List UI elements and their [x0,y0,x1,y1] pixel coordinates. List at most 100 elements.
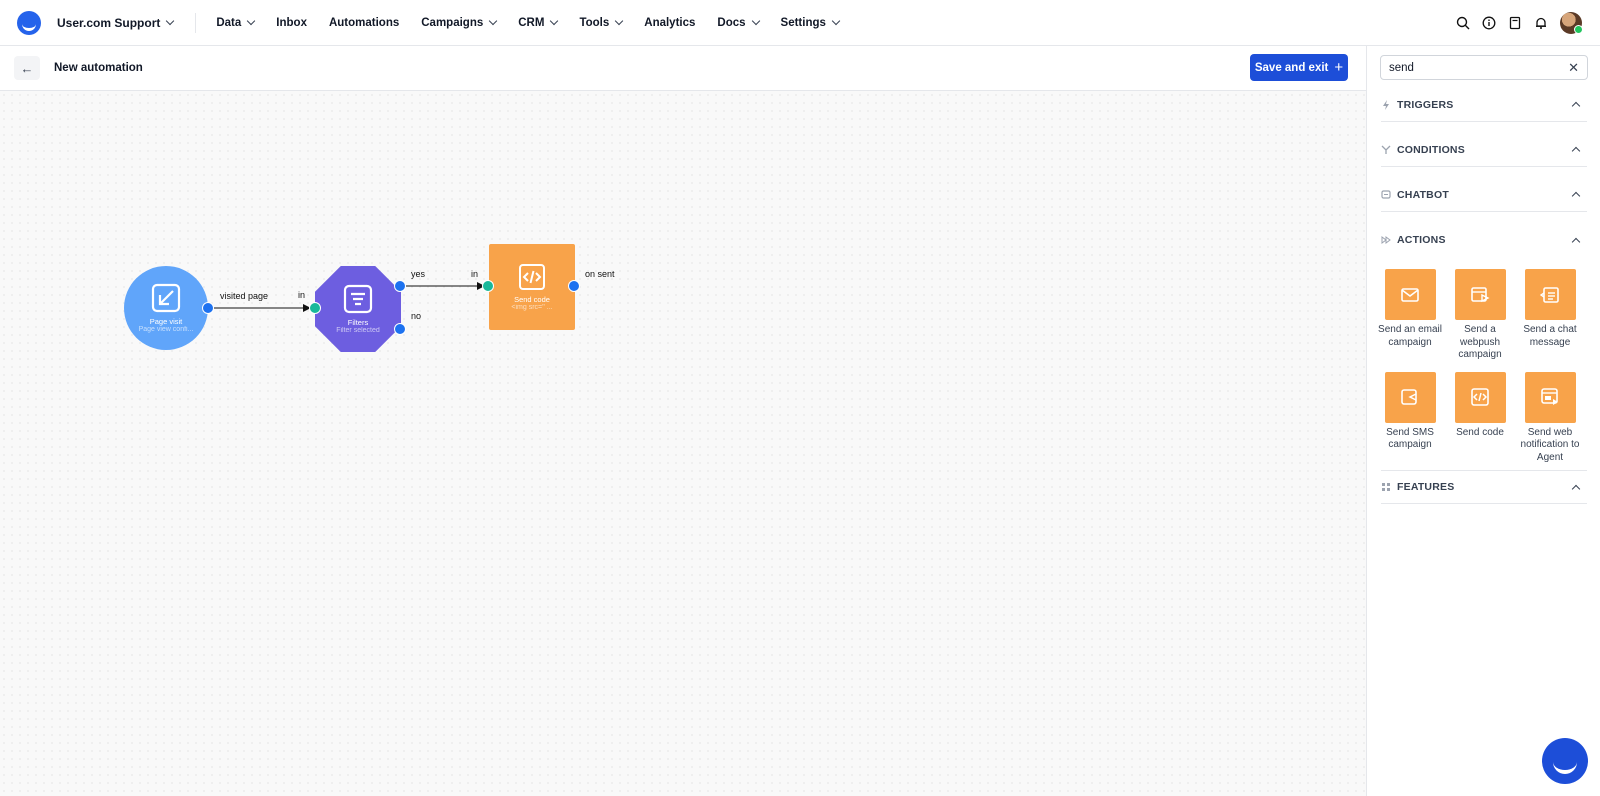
action-send-chat-message[interactable]: Send a chat message [1515,269,1585,362]
chevron-down-icon [489,16,498,25]
avatar[interactable] [1560,11,1583,34]
node-subtitle: <img src='' ... [511,304,553,311]
port-in-send-code[interactable] [482,280,494,292]
email-icon [1401,287,1419,302]
bell-icon[interactable] [1534,16,1548,30]
actions-grid: Send an email campaign Send a webpush ca… [1375,269,1597,464]
nav-label: Data [216,16,242,29]
action-send-sms-campaign[interactable]: Send SMS campaign [1375,371,1445,465]
action-send-code[interactable]: Send code [1445,371,1515,465]
chat-message-icon [1540,286,1559,303]
node-send-code[interactable]: Send code <img src='' ... [489,244,575,330]
chevron-up-icon [1571,484,1581,493]
branch-icon [1381,145,1391,155]
workspace-switcher[interactable]: User.com Support [57,15,175,30]
node-subtitle: Filter selected [336,327,380,334]
code-icon [519,264,545,290]
section-name: CHATBOT [1397,188,1449,201]
nav-label: CRM [518,16,545,29]
clear-search-icon[interactable]: ✕ [1568,60,1579,76]
nav-docs[interactable]: Docs [717,16,760,29]
lightning-icon [1381,99,1391,110]
port-out-send-code[interactable] [568,280,580,292]
edge-label-yes: yes [411,269,426,279]
nav-tools[interactable]: Tools [579,16,624,29]
workspace-name: User.com Support [57,15,161,30]
nav-analytics[interactable]: Analytics [644,17,695,29]
node-title: Send code [514,295,550,304]
action-label: Send web notification to Agent [1520,426,1580,463]
node-title: Page visit [149,317,183,326]
main-nav: Data Inbox Automations Campaigns CRM Too… [216,16,841,29]
top-nav: User.com Support Data Inbox Automations … [0,0,1600,46]
edge-label-on-sent: on sent [585,269,615,279]
chevron-up-icon [1571,146,1581,156]
book-icon[interactable] [1508,16,1522,30]
fast-forward-icon [1381,235,1391,245]
port-out-page-visit[interactable] [202,302,214,314]
info-icon[interactable] [1482,16,1496,30]
page-title: New automation [54,62,143,74]
nav-campaigns[interactable]: Campaigns [421,16,498,29]
action-send-webpush-campaign[interactable]: Send a webpush campaign [1445,269,1515,362]
search-box[interactable]: ✕ [1380,55,1588,80]
action-tile [1524,269,1576,320]
nav-inbox[interactable]: Inbox [276,17,307,29]
nav-label: Campaigns [421,16,484,29]
action-label: Send a chat message [1523,324,1577,348]
chevron-down-icon [751,16,760,25]
section-chatbot[interactable]: CHATBOT [1381,178,1587,212]
node-page-visit[interactable]: Page visit Page view confi... [124,266,208,350]
nav-crm[interactable]: CRM [518,16,559,29]
section-actions[interactable]: ACTIONS [1381,223,1587,257]
filters-icon [343,284,373,314]
edge-label-visited-page: visited page [220,291,269,301]
nav-divider [195,12,197,33]
section-triggers[interactable]: TRIGGERS [1381,88,1587,122]
nav-data[interactable]: Data [216,16,256,29]
chat-icon [1381,189,1391,200]
chevron-down-icon [166,16,175,25]
save-label: Save and exit [1254,61,1329,74]
nav-label: Docs [717,16,746,29]
chevron-down-icon [247,16,256,25]
nav-settings[interactable]: Settings [781,16,841,29]
save-and-exit-button[interactable]: Save and exit + [1250,54,1348,81]
nav-label: Analytics [644,16,696,29]
web-notification-icon [1541,388,1558,405]
action-send-email-campaign[interactable]: Send an email campaign [1375,269,1445,362]
port-out-filters-no[interactable] [394,323,406,335]
port-out-filters-yes[interactable] [394,280,406,292]
action-label: Send a webpush campaign [1458,324,1502,360]
search-input[interactable] [1389,61,1569,74]
back-button[interactable]: ← [14,56,40,80]
nav-right-tools [1456,11,1583,34]
nav-label: Inbox [276,16,307,29]
action-tile [1524,371,1576,423]
section-features[interactable]: FEATURES [1381,470,1587,504]
grid-icon [1381,482,1391,492]
action-tile [1384,371,1436,423]
action-label: Send an email campaign [1378,324,1442,348]
page-visit-icon [151,283,181,313]
chevron-up-icon [1571,191,1581,201]
edge-in-label-send-code: in [471,269,479,279]
edge-in-label-filters: in [298,290,306,300]
node-title: Filters [347,318,369,327]
section-name: FEATURES [1397,481,1455,493]
action-send-web-notification-agent[interactable]: Send web notification to Agent [1515,371,1585,465]
automation-header: ← New automation Save and exit + [0,46,1366,91]
nav-label: Tools [579,16,610,29]
support-chat-launcher[interactable] [1542,738,1588,784]
port-in-filters[interactable] [309,302,321,314]
action-tile [1454,269,1506,320]
section-conditions[interactable]: CONDITIONS [1381,133,1587,167]
section-name: ACTIONS [1397,234,1446,246]
components-sidebar: ✕ TRIGGERS CONDITIONS CHATBOT ACTIONS Se… [1366,46,1600,796]
nav-automations[interactable]: Automations [329,17,399,29]
logo[interactable] [17,10,41,35]
section-name: TRIGGERS [1397,98,1454,111]
search-icon[interactable] [1456,16,1470,30]
automation-canvas[interactable]: Page visit Page view confi... visited pa… [0,91,1366,796]
chevron-up-icon [1571,237,1581,246]
